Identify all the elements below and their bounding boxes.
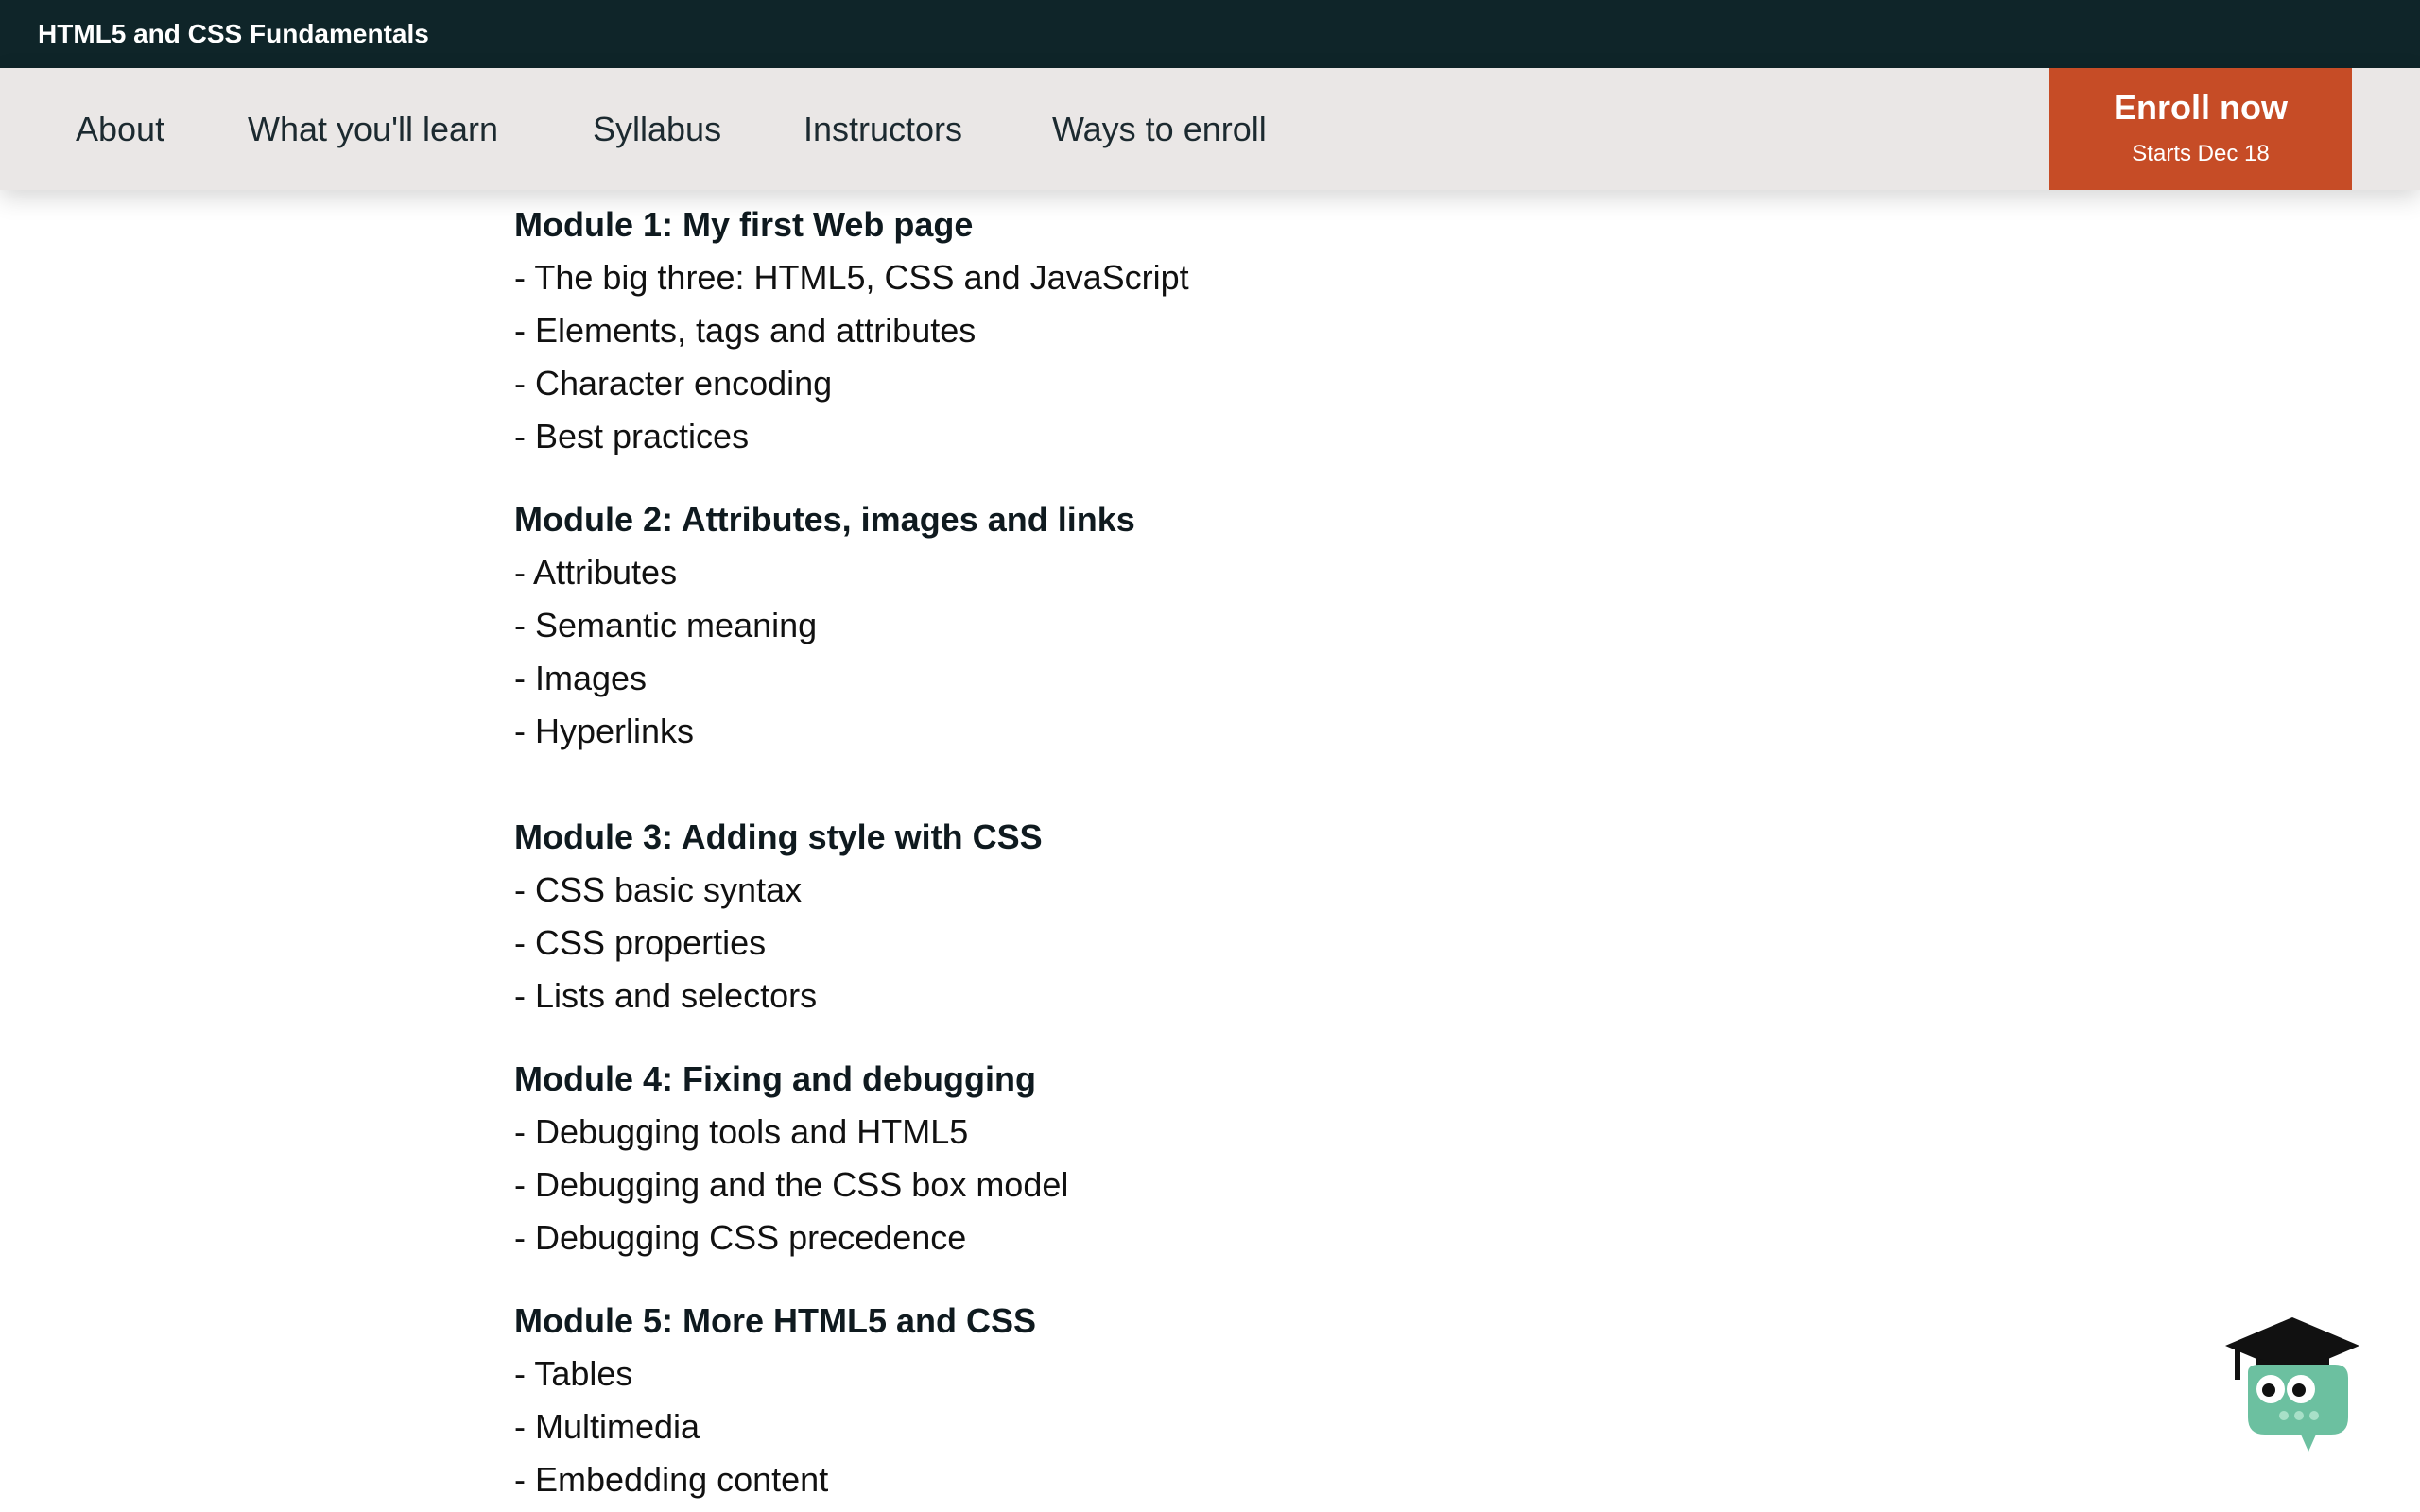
module-topic: - CSS basic syntax	[514, 870, 803, 909]
module-title: Module 4: Fixing and debugging	[514, 1059, 1036, 1098]
module-topic: - Lists and selectors	[514, 976, 818, 1015]
module-1: Module 1: My first Web page - The big th…	[514, 198, 1932, 463]
module-topic: - The big three: HTML5, CSS and JavaScri…	[514, 258, 1189, 297]
module-topic: - Images	[514, 659, 648, 697]
module-topic: - Best practices	[514, 417, 750, 455]
module-topic: - Character encoding	[514, 364, 833, 403]
module-title: Module 2: Attributes, images and links	[514, 500, 1135, 539]
module-5: Module 5: More HTML5 and CSS - Tables - …	[514, 1295, 1932, 1506]
enroll-now-button[interactable]: Enroll now Starts Dec 18	[2049, 68, 2352, 190]
module-title: Module 1: My first Web page	[514, 205, 974, 244]
graduation-cap-chatbot-icon[interactable]	[2221, 1312, 2363, 1453]
course-title: HTML5 and CSS Fundamentals	[38, 19, 429, 48]
module-2: Module 2: Attributes, images and links -…	[514, 493, 1932, 758]
module-title: Module 3: Adding style with CSS	[514, 817, 1043, 856]
module-title: Module 5: More HTML5 and CSS	[514, 1301, 1037, 1340]
syllabus-content: Module 1: My first Web page - The big th…	[514, 198, 1932, 1506]
module-topic: - Debugging and the CSS box model	[514, 1165, 1069, 1204]
enroll-start-date: Starts Dec 18	[2132, 141, 2270, 166]
module-topic: - Tables	[514, 1354, 633, 1393]
top-bar: HTML5 and CSS Fundamentals	[0, 0, 2420, 68]
section-nav: About What you'll learn Syllabus Instruc…	[0, 68, 2420, 190]
module-topic: - Elements, tags and attributes	[514, 311, 977, 350]
nav-link-ways-to-enroll[interactable]: Ways to enroll	[1052, 68, 1267, 190]
nav-link-about[interactable]: About	[76, 68, 164, 190]
module-topic: - CSS properties	[514, 923, 767, 962]
module-topic: - Hyperlinks	[514, 712, 695, 750]
enroll-now-label: Enroll now	[2114, 88, 2288, 127]
module-topic: - Embedding content	[514, 1460, 829, 1499]
module-topic: - Attributes	[514, 553, 678, 592]
module-4: Module 4: Fixing and debugging - Debuggi…	[514, 1053, 1932, 1264]
module-topic: - Multimedia	[514, 1407, 700, 1446]
nav-link-syllabus[interactable]: Syllabus	[593, 68, 721, 190]
module-topic: - Debugging tools and HTML5	[514, 1112, 969, 1151]
module-3: Module 3: Adding style with CSS - CSS ba…	[514, 811, 1932, 1022]
nav-link-instructors[interactable]: Instructors	[804, 68, 962, 190]
module-topic: - Debugging CSS precedence	[514, 1218, 967, 1257]
module-topic: - Semantic meaning	[514, 606, 818, 644]
nav-link-what-youll-learn[interactable]: What you'll learn	[248, 68, 498, 190]
